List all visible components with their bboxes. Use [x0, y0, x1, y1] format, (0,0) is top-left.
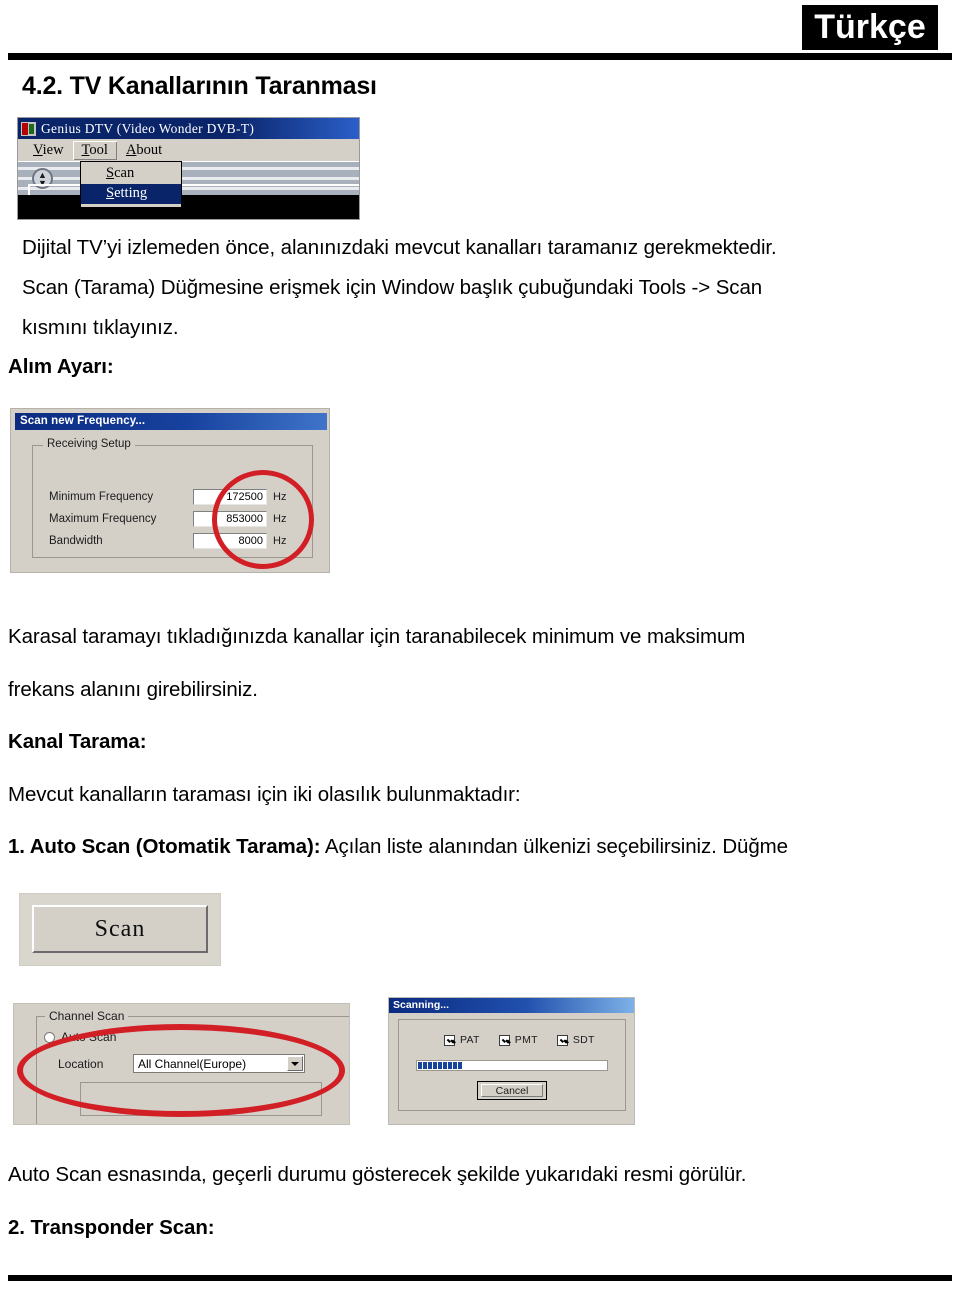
progress-segment [423, 1062, 427, 1069]
paragraph-kanal-line1: Mevcut kanalların taraması için iki olas… [8, 783, 521, 806]
progress-segment [428, 1062, 432, 1069]
heading-transponder-scan: 2. Transponder Scan: [8, 1216, 215, 1239]
menu-item-about[interactable]: About [117, 141, 171, 160]
checkbox-row-pat[interactable]: PAT [444, 1034, 480, 1046]
item1-rest-text: Açılan liste alanından ülkenizi seçebili… [320, 835, 788, 858]
menu-item-tool[interactable]: Tool [72, 140, 117, 160]
tool-menu-dropdown: Scan Setting [80, 161, 182, 208]
annotation-circle-frequency-fields [212, 470, 314, 569]
progress-segment [458, 1062, 462, 1069]
cancel-button-label: Cancel [481, 1084, 543, 1097]
progress-segment [453, 1062, 457, 1069]
bandwidth-label: Bandwidth [49, 535, 103, 547]
app-icon [21, 121, 36, 136]
paragraph-intro-line3: kısmını tıklayınız. [22, 316, 179, 339]
minimum-frequency-label: Minimum Frequency [49, 491, 154, 503]
progress-segment [443, 1062, 447, 1069]
screenshot-dtv-window: Genius DTV (Video Wonder DVB-T) View Too… [17, 117, 360, 220]
progress-segment [448, 1062, 452, 1069]
dtv-window-title: Genius DTV (Video Wonder DVB-T) [41, 120, 255, 136]
dtv-video-area [18, 195, 359, 219]
receiving-setup-label: Receiving Setup [43, 438, 135, 450]
screenshot-scanning-dialog: Scanning... PAT PMT SDT Cancel [388, 997, 635, 1125]
checkbox-row-sdt[interactable]: SDT [556, 1034, 595, 1046]
toolbar-rule-2 [18, 177, 359, 180]
checkbox-icon-pmt[interactable] [498, 1034, 510, 1046]
progress-segment [438, 1062, 442, 1069]
dtv-titlebar: Genius DTV (Video Wonder DVB-T) [18, 118, 359, 139]
header-divider [8, 53, 952, 60]
scan-button[interactable]: Scan [32, 905, 208, 953]
scanning-checkbox-group: PAT PMT SDT [444, 1034, 595, 1046]
progress-segment [418, 1062, 422, 1069]
heading-alim-ayari: Alım Ayarı: [8, 355, 114, 378]
screenshot-scan-button: Scan [19, 893, 221, 966]
paragraph-item1: 1. Auto Scan (Otomatik Tarama): Açılan l… [8, 827, 788, 867]
dtv-menubar: View Tool About [18, 139, 359, 161]
scanning-dialog-titlebar: Scanning... [389, 998, 634, 1013]
menu-option-setting[interactable]: Setting [81, 184, 181, 204]
paragraph-frequency-line1: Karasal taramayı tıkladığınızda kanallar… [8, 625, 746, 648]
page-title: 4.2. TV Kanallarının Taranması [22, 72, 377, 100]
menu-item-view[interactable]: View [24, 141, 73, 160]
heading-kanal-tarama: Kanal Tarama: [8, 730, 147, 753]
progress-segment [433, 1062, 437, 1069]
checkbox-label-sdt: SDT [572, 1034, 595, 1046]
checkbox-label-pat: PAT [460, 1034, 480, 1046]
cancel-button[interactable]: Cancel [477, 1081, 547, 1100]
checkbox-icon-pat[interactable] [444, 1034, 455, 1046]
annotation-circle-location-select [17, 1024, 345, 1117]
paragraph-intro-line1: Dijital TV’yi izlemeden önce, alanınızda… [22, 236, 777, 259]
scan-progress-bar [416, 1060, 608, 1071]
paragraph-frequency-line2: frekans alanını girebilirsiniz. [8, 678, 258, 701]
paragraph-autoscan-note: Auto Scan esnasında, geçerli durumu göst… [8, 1163, 747, 1186]
checkbox-row-pmt[interactable]: PMT [498, 1034, 538, 1046]
language-badge: Türkçe [802, 5, 938, 50]
checkbox-icon-sdt[interactable] [556, 1034, 568, 1046]
dialog-titlebar: Scan new Frequency... [15, 413, 327, 430]
checkbox-label-pmt: PMT [514, 1034, 538, 1046]
paragraph-intro-line2: Scan (Tarama) Düğmesine erişmek için Win… [22, 276, 763, 299]
item1-bold-label: 1. Auto Scan (Otomatik Tarama): [8, 835, 321, 858]
maximum-frequency-label: Maximum Frequency [49, 513, 157, 525]
footer-divider [8, 1275, 952, 1281]
toolbar-rule-1 [18, 167, 359, 170]
channel-scan-label: Channel Scan [45, 1009, 129, 1023]
menu-option-scan[interactable]: Scan [81, 164, 181, 184]
